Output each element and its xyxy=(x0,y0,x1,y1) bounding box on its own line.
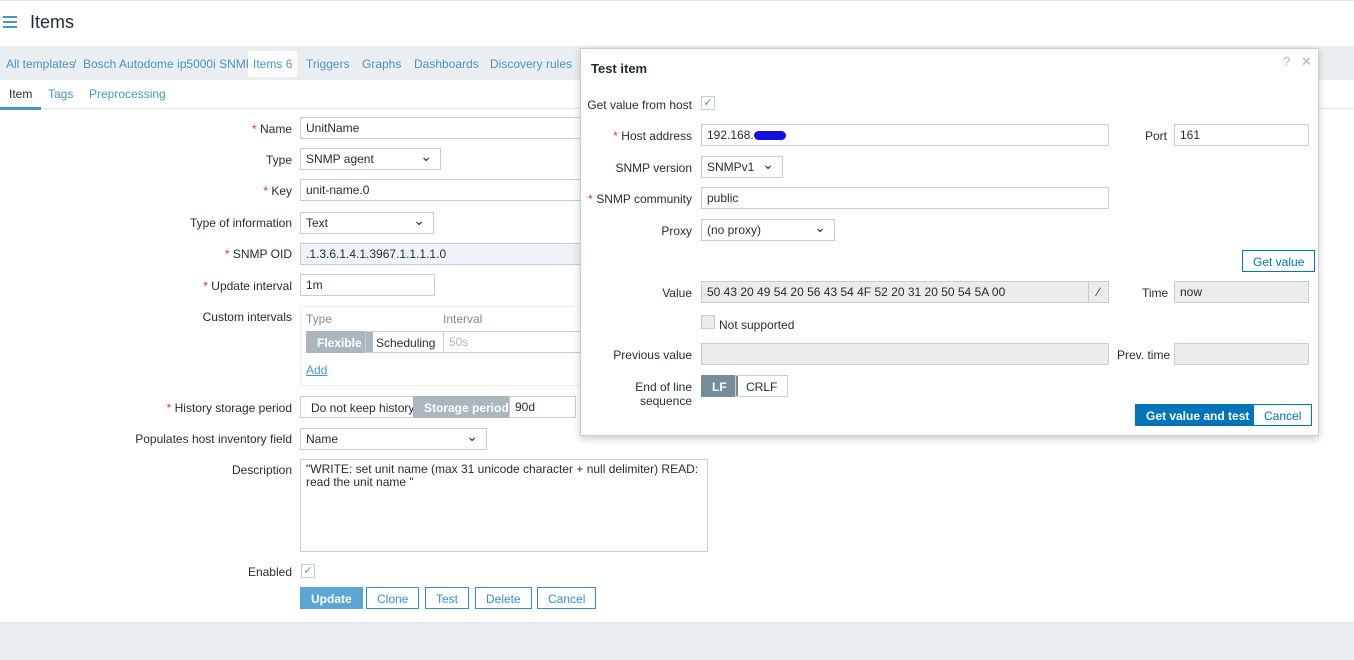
name-label: Name xyxy=(0,122,292,136)
type-of-information-select[interactable]: Text xyxy=(300,212,434,234)
snmp-version-label: SNMP version xyxy=(615,161,692,175)
snmp-oid-input[interactable]: .1.3.6.1.4.1.3967.1.1.1.1.0 xyxy=(300,243,590,265)
ci-interval-header: Interval xyxy=(443,312,483,326)
proxy-label: Proxy xyxy=(661,224,692,238)
port-input[interactable]: 161 xyxy=(1174,124,1309,146)
host-address-value: 192.168. xyxy=(707,128,754,142)
inventory-value: Name xyxy=(306,432,339,446)
ci-type-header: Type xyxy=(306,312,333,326)
history-no-keep-button[interactable]: Do not keep history xyxy=(300,396,426,418)
enabled-checkbox[interactable]: ✓ xyxy=(301,564,315,578)
type-label: Type xyxy=(265,153,292,167)
snmp-community-label: SNMP community xyxy=(581,192,692,206)
enabled-label: Enabled xyxy=(247,565,292,579)
redaction-mark xyxy=(753,131,786,141)
type-of-information-value: Text xyxy=(306,216,329,230)
eol-lf-button[interactable]: LF xyxy=(701,375,738,397)
breadcrumb-template[interactable]: Bosch Autodome ip5000i SNMP xyxy=(83,57,254,71)
test-button[interactable]: Test xyxy=(425,587,470,609)
proxy-value: (no proxy) xyxy=(707,223,762,237)
breadcrumb-all-templates[interactable]: All templates xyxy=(6,57,75,71)
delete-button[interactable]: Delete xyxy=(475,587,532,609)
previous-value-label: Previous value xyxy=(613,348,692,362)
time-field: now xyxy=(1174,281,1309,303)
nav-items[interactable]: Items 6 xyxy=(248,51,298,77)
not-supported-label: Not supported xyxy=(719,318,795,332)
snmp-version-value: SNMPv1 xyxy=(707,160,755,174)
update-interval-label: Update interval xyxy=(0,279,292,293)
ci-scheduling-button[interactable]: Scheduling xyxy=(365,331,447,353)
cancel-button[interactable]: Cancel xyxy=(537,587,597,609)
update-interval-input[interactable]: 1m xyxy=(300,274,435,296)
tab-tags[interactable]: Tags xyxy=(48,87,73,101)
value-field[interactable]: 50 43 20 49 54 20 56 43 54 4F 52 20 31 2… xyxy=(701,281,1109,303)
dialog-cancel-button[interactable]: Cancel xyxy=(1253,404,1313,426)
proxy-select[interactable]: (no proxy) xyxy=(701,219,835,241)
key-input[interactable]: unit-name.0 xyxy=(300,179,590,201)
nav-triggers[interactable]: Triggers xyxy=(306,57,350,71)
tab-preprocessing[interactable]: Preprocessing xyxy=(89,87,166,101)
snmp-version-select[interactable]: SNMPv1 xyxy=(701,156,783,178)
nav-graphs[interactable]: Graphs xyxy=(362,57,401,71)
close-icon[interactable]: ✕ xyxy=(1301,54,1312,70)
get-from-host-label: Get value from host xyxy=(587,98,692,112)
history-storage-button[interactable]: Storage period xyxy=(413,396,520,418)
update-button[interactable]: Update xyxy=(300,587,363,609)
type-of-information-label: Type of information xyxy=(189,216,292,230)
custom-intervals-label: Custom intervals xyxy=(202,310,292,324)
prev-time-label: Prev. time xyxy=(1117,348,1171,362)
port-label: Port xyxy=(1145,129,1168,143)
name-input[interactable]: UnitName xyxy=(300,117,590,139)
eol-label: End of line sequence xyxy=(635,380,692,408)
ci-interval-input[interactable]: 50s xyxy=(443,331,583,353)
ci-add-link[interactable]: Add xyxy=(306,363,327,377)
nav-dashboards[interactable]: Dashboards xyxy=(414,57,479,71)
previous-value-field xyxy=(701,343,1109,365)
type-select[interactable]: SNMP agent xyxy=(300,148,441,170)
clone-button[interactable]: Clone xyxy=(366,587,420,609)
prev-time-field xyxy=(1174,343,1309,365)
nav-items-count: 6 xyxy=(285,57,293,71)
nav-items-label: Items xyxy=(253,57,283,71)
type-value: SNMP agent xyxy=(306,152,374,166)
eol-crlf-button[interactable]: CRLF xyxy=(735,375,789,397)
get-value-and-test-button[interactable]: Get value and test xyxy=(1135,404,1261,426)
page-title: Items xyxy=(30,12,75,32)
dialog-title: Test item xyxy=(591,61,648,76)
time-label: Time xyxy=(1142,286,1169,300)
tab-item[interactable]: Item xyxy=(0,87,42,110)
host-address-input[interactable]: 192.168. xyxy=(701,124,1109,146)
snmp-oid-label: SNMP OID xyxy=(0,247,292,261)
description-label: Description xyxy=(231,463,292,477)
value-label: Value xyxy=(662,286,692,300)
snmp-community-input[interactable]: public xyxy=(701,187,1109,209)
test-item-dialog: Test item ? ✕ Get value from host ✓ Host… xyxy=(580,48,1319,436)
description-textarea[interactable]: "WRITE: set unit name (max 31 unicode ch… xyxy=(300,459,708,552)
key-label: Key xyxy=(0,184,292,198)
top-border xyxy=(0,0,1354,3)
footer-area xyxy=(0,622,1354,660)
history-label: History storage period xyxy=(0,401,292,415)
edit-value-icon[interactable]: ⁄ xyxy=(1088,282,1108,302)
host-address-label: Host address xyxy=(581,129,692,143)
get-from-host-checkbox[interactable]: ✓ xyxy=(701,96,715,110)
not-supported-checkbox[interactable] xyxy=(701,315,715,329)
help-icon[interactable]: ? xyxy=(1283,54,1290,69)
breadcrumb-separator: / xyxy=(73,57,77,71)
inventory-select[interactable]: Name xyxy=(300,428,487,450)
nav-discovery-rules[interactable]: Discovery rules xyxy=(490,57,572,71)
history-value-input[interactable]: 90d xyxy=(509,396,576,418)
menu-icon[interactable] xyxy=(3,16,17,28)
ci-flexible-button[interactable]: Flexible xyxy=(306,331,373,353)
get-value-button[interactable]: Get value xyxy=(1242,250,1316,272)
inventory-label: Populates host inventory field xyxy=(135,432,292,446)
